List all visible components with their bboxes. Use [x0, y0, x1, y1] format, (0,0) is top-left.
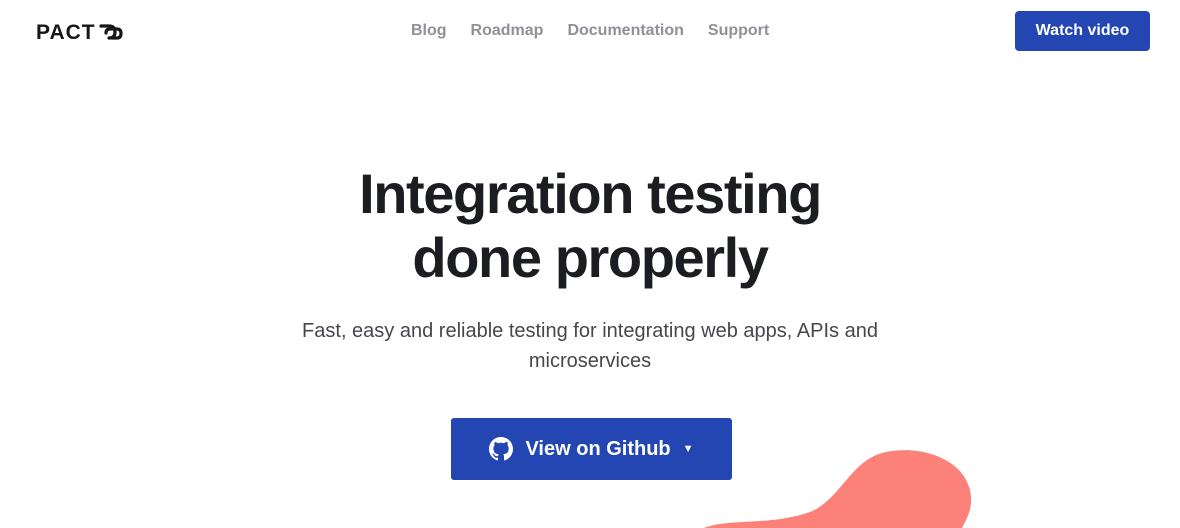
hero-title: Integration testing done properly — [240, 162, 940, 290]
github-icon — [489, 437, 514, 461]
nav-link-support[interactable]: Support — [708, 20, 769, 42]
hero-title-line-2: done properly — [412, 226, 769, 289]
view-on-github-button[interactable]: View on Github ▼ — [451, 418, 732, 480]
chain-link-icon — [99, 24, 123, 40]
nav-link-documentation[interactable]: Documentation — [567, 20, 683, 42]
hero-subtitle: Fast, easy and reliable testing for inte… — [302, 320, 878, 372]
nav-link-roadmap[interactable]: Roadmap — [471, 20, 544, 42]
watch-video-button[interactable]: Watch video — [1015, 11, 1150, 51]
top-navigation-bar: PACT Blog Roadmap Documentation Support … — [0, 0, 1180, 62]
main-nav: Blog Roadmap Documentation Support — [411, 20, 793, 42]
github-button-label: View on Github — [525, 437, 671, 460]
decorative-blob — [704, 450, 972, 528]
logo-text: PACT — [36, 21, 96, 44]
caret-down-icon: ▼ — [682, 443, 694, 455]
hero-title-line-1: Integration testing — [359, 162, 822, 225]
nav-link-blog[interactable]: Blog — [411, 20, 447, 42]
pact-logo[interactable]: PACT — [36, 20, 123, 46]
hero-section: Integration testing done properly Fast, … — [0, 162, 1180, 376]
